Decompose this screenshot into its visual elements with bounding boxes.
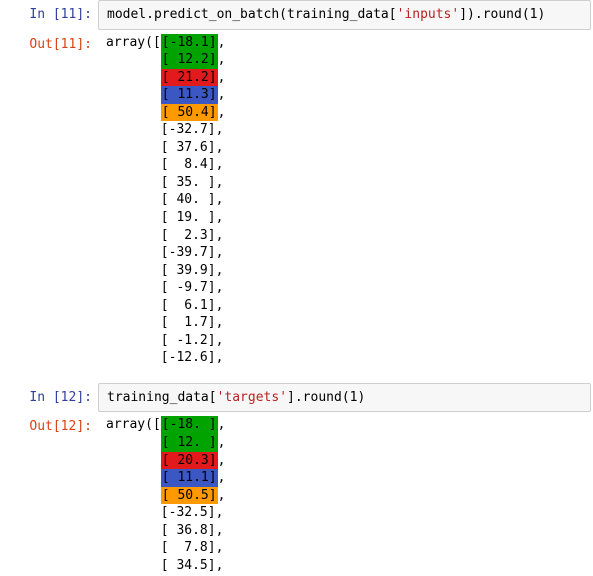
array-row-plain: [ 19. ] bbox=[161, 210, 216, 225]
cell-12-input-row: In [12]: training_data['targets'].round(… bbox=[0, 383, 593, 413]
array-row-highlight: [ 12. ] bbox=[161, 434, 218, 452]
array-row: [ 20.3], bbox=[106, 452, 585, 470]
array-row: [ 37.6], bbox=[106, 139, 585, 157]
output-area-12[interactable]: array([[-18. ], [ 12. ], [ 20.3], [ 11.1… bbox=[98, 412, 593, 576]
array-row-highlight: [ 50.5] bbox=[161, 487, 218, 505]
array-row-highlight: [ 12.2] bbox=[161, 51, 218, 69]
array-row: [ -1.2], bbox=[106, 332, 585, 350]
array-row-plain: [ 36.8] bbox=[161, 523, 216, 538]
out-prompt-12: Out[12]: bbox=[0, 412, 98, 576]
array-row: [ 40. ], bbox=[106, 191, 585, 209]
code-token: model.predict_on_batch(training_data[ bbox=[107, 7, 397, 22]
array-row: [ 7.8], bbox=[106, 539, 585, 557]
code-text-11: model.predict_on_batch(training_data['in… bbox=[107, 7, 545, 22]
array-row-plain: [ 1.7] bbox=[161, 315, 216, 330]
array-row-plain: [ 7.8] bbox=[161, 540, 216, 555]
cell-gap bbox=[0, 369, 593, 383]
array-row-highlight: [-18.1] bbox=[161, 34, 218, 52]
code-input-11[interactable]: model.predict_on_batch(training_data['in… bbox=[98, 0, 591, 30]
array-row: [ 50.5], bbox=[106, 487, 585, 505]
array-row-highlight: [-18. ] bbox=[161, 416, 218, 434]
code-text-12: training_data['targets'].round(1) bbox=[107, 390, 365, 405]
cell-11-output-row: Out[11]: array([[-18.1], [ 12.2], [ 21.2… bbox=[0, 30, 593, 369]
array-row: [ 2.3], bbox=[106, 227, 585, 245]
code-token: ]).round( bbox=[459, 7, 529, 22]
array-row: [ 12. ], bbox=[106, 434, 585, 452]
code-token: 'inputs' bbox=[397, 7, 460, 22]
array-row: [ 8.4], bbox=[106, 156, 585, 174]
array-row: [ 12.2], bbox=[106, 51, 585, 69]
array-row-plain: [ 35. ] bbox=[161, 175, 216, 190]
array-row-plain: [-32.5] bbox=[161, 505, 216, 520]
cell-11-input-row: In [11]: model.predict_on_batch(training… bbox=[0, 0, 593, 30]
array-row: array([[-18.1], bbox=[106, 34, 585, 52]
out-prompt-11: Out[11]: bbox=[0, 30, 98, 369]
array-row: [ 39.9], bbox=[106, 262, 585, 280]
array-row-plain: [ 40. ] bbox=[161, 192, 216, 207]
array-row-plain: [-32.7] bbox=[161, 122, 216, 137]
array-row: [-39.7], bbox=[106, 244, 585, 262]
array-row-highlight: [ 21.2] bbox=[161, 69, 218, 87]
array-row-highlight: [ 20.3] bbox=[161, 452, 218, 470]
array-row-highlight: [ 11.1] bbox=[161, 469, 218, 487]
array-row-highlight: [ 11.3] bbox=[161, 86, 218, 104]
code-token: 'targets' bbox=[217, 390, 287, 405]
in-prompt-12: In [12]: bbox=[0, 383, 98, 413]
cell-11: In [11]: model.predict_on_batch(training… bbox=[0, 0, 593, 369]
cell-12: In [12]: training_data['targets'].round(… bbox=[0, 383, 593, 576]
array-row-plain: [ 2.3] bbox=[161, 228, 216, 243]
array-row: [ 50.4], bbox=[106, 104, 585, 122]
output-area-11[interactable]: array([[-18.1], [ 12.2], [ 21.2], [ 11.3… bbox=[98, 30, 593, 369]
array-row-plain: [ 34.5] bbox=[161, 558, 216, 573]
code-token: ) bbox=[357, 390, 365, 405]
array-row-plain: [-12.6] bbox=[161, 350, 216, 365]
array-row: [ 21.2], bbox=[106, 69, 585, 87]
array-row: [ 11.3], bbox=[106, 86, 585, 104]
code-token: 1 bbox=[530, 7, 538, 22]
array-row-highlight: [ 50.4] bbox=[161, 104, 218, 122]
array-row: [ -9.7], bbox=[106, 279, 585, 297]
array-row: [ 35. ], bbox=[106, 174, 585, 192]
cell-12-output-row: Out[12]: array([[-18. ], [ 12. ], [ 20.3… bbox=[0, 412, 593, 576]
array-row: [ 6.1], bbox=[106, 297, 585, 315]
code-token: training_data[ bbox=[107, 390, 217, 405]
array-row-plain: [ -1.2] bbox=[161, 333, 216, 348]
array-row: [-32.5], bbox=[106, 504, 585, 522]
in-prompt-11: In [11]: bbox=[0, 0, 98, 30]
array-row: array([[-18. ], bbox=[106, 416, 585, 434]
array-row-plain: [ -9.7] bbox=[161, 280, 216, 295]
jupyter-notebook: In [11]: model.predict_on_batch(training… bbox=[0, 0, 593, 576]
array-row: [-12.6], bbox=[106, 349, 585, 367]
array-row: [-32.7], bbox=[106, 121, 585, 139]
array-row: [ 34.5], bbox=[106, 557, 585, 575]
code-token: ) bbox=[538, 7, 546, 22]
array-row-plain: [-39.7] bbox=[161, 245, 216, 260]
array-row-plain: [ 39.9] bbox=[161, 263, 216, 278]
code-input-12[interactable]: training_data['targets'].round(1) bbox=[98, 383, 591, 413]
array-row-plain: [ 6.1] bbox=[161, 298, 216, 313]
array-row-plain: [ 8.4] bbox=[161, 157, 216, 172]
array-row-plain: [ 37.6] bbox=[161, 140, 216, 155]
array-row: [ 11.1], bbox=[106, 469, 585, 487]
array-row: [ 19. ], bbox=[106, 209, 585, 227]
code-token: ].round( bbox=[287, 390, 350, 405]
array-row: [ 1.7], bbox=[106, 314, 585, 332]
